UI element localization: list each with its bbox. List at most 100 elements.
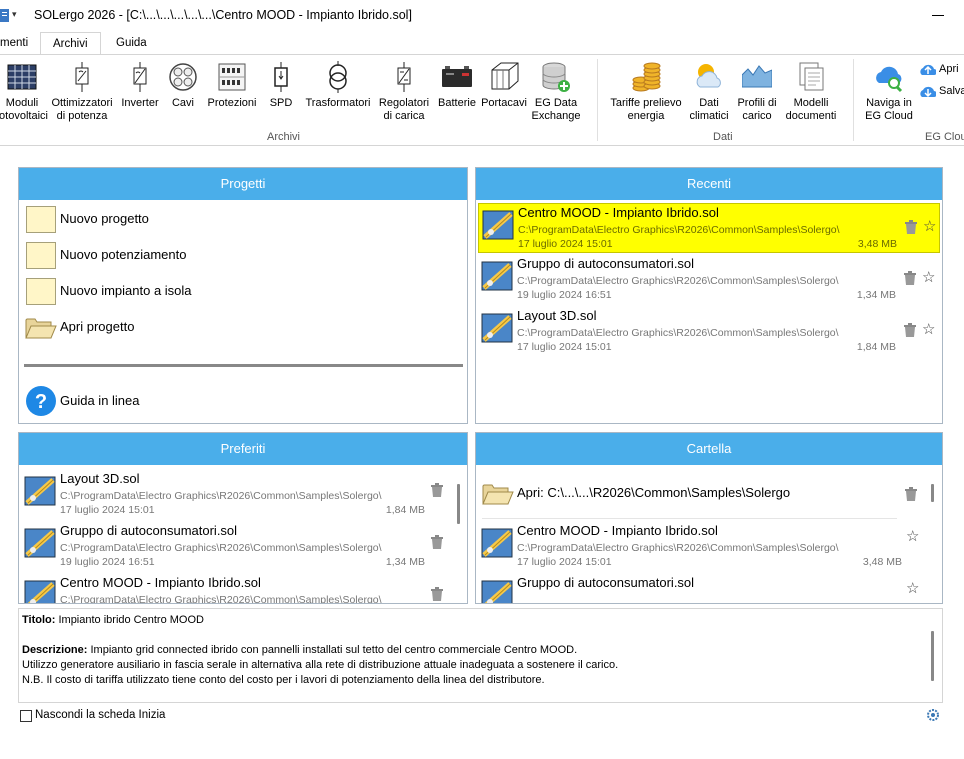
progetti-divider — [24, 364, 463, 367]
tariffe-label-1: Tariffe prelievo — [610, 97, 682, 109]
inverter-icon — [125, 61, 155, 93]
file-path: C:\ProgramData\Electro Graphics\R2026\Co… — [517, 542, 839, 554]
battery-icon — [442, 61, 472, 93]
description-line-1: Impianto grid connected ibrido con panne… — [90, 644, 578, 656]
help-icon: ? — [25, 385, 57, 422]
trash-icon[interactable] — [904, 323, 916, 337]
progetti-header: Progetti — [19, 168, 467, 200]
ribbon-separator — [597, 59, 598, 141]
nuovo-potenziamento-label: Nuovo potenziamento — [60, 247, 187, 262]
project-file-icon — [481, 259, 515, 293]
app-icon[interactable] — [0, 9, 9, 22]
regolatori-label-2: di carica — [383, 110, 425, 122]
nuovo-potenziamento-item[interactable]: Nuovo potenziamento — [24, 241, 324, 271]
description-scrollbar[interactable] — [931, 631, 934, 681]
cartella-header: Cartella — [476, 433, 942, 465]
recenti-list: Centro MOOD - Impianto Ibrido.sol C:\Pro… — [476, 200, 942, 423]
modelli-label-1: Modelli — [793, 97, 829, 109]
star-icon[interactable]: ☆ — [923, 219, 936, 234]
project-file-icon — [482, 208, 516, 242]
file-date: 17 luglio 2024 15:01 — [518, 238, 613, 250]
tab-guida[interactable]: Guida — [116, 32, 147, 55]
trash-icon[interactable] — [905, 220, 917, 234]
star-icon[interactable]: ☆ — [906, 529, 919, 544]
project-file-icon — [24, 474, 58, 508]
batterie-label: Batterie — [438, 97, 476, 109]
recent-file-item[interactable]: Layout 3D.sol C:\ProgramData\Electro Gra… — [478, 307, 940, 357]
favorite-file-item[interactable]: Layout 3D.sol C:\ProgramData\Electro Gra… — [21, 470, 446, 520]
file-date: 17 luglio 2024 15:01 — [517, 341, 612, 353]
checkbox-box[interactable] — [20, 710, 32, 722]
preferiti-panel: Preferiti Layout 3D.sol C:\ProgramData\E… — [18, 432, 468, 604]
cloud-save-button[interactable]: Salva — [920, 84, 964, 100]
folder-file-item[interactable]: Centro MOOD - Impianto Ibrido.sol C:\Pro… — [478, 522, 919, 572]
file-name: Gruppo di autoconsumatori.sol — [60, 523, 238, 538]
svg-text:?: ? — [35, 391, 47, 413]
open-folder-item[interactable]: Apri: C:\...\...\R2026\Common\Samples\So… — [481, 479, 921, 509]
favorite-file-item[interactable]: Gruppo di autoconsumatori.sol C:\Program… — [21, 522, 446, 572]
modelli-label-2: documenti — [785, 110, 837, 122]
nuovo-progetto-label: Nuovo progetto — [60, 211, 149, 226]
profili-label-1: Profili di — [737, 97, 777, 109]
file-date: 17 luglio 2024 15:01 — [517, 556, 612, 568]
optimizer-icon — [67, 61, 97, 93]
recent-file-item[interactable]: Centro MOOD - Impianto Ibrido.sol C:\Pro… — [478, 203, 940, 253]
trash-icon[interactable] — [431, 483, 443, 497]
file-path: C:\ProgramData\Electro Graphics\R2026\Co… — [60, 542, 382, 554]
apri-progetto-item[interactable]: Apri progetto — [24, 313, 324, 343]
cloud-open-button[interactable]: Apri — [920, 62, 964, 78]
nuovo-progetto-item[interactable]: Nuovo progetto — [24, 205, 324, 235]
trasformatori-label: Trasformatori — [305, 97, 371, 109]
file-size: 1,84 MB — [856, 341, 896, 353]
hide-start-tab-checkbox[interactable]: Nascondi la scheda Inizia — [18, 708, 218, 726]
moduli-label-2: fotovoltaici — [0, 110, 48, 122]
weather-icon — [694, 61, 724, 93]
group-label-archivi: Archivi — [267, 131, 301, 143]
nuovo-impianto-isola-item[interactable]: Nuovo impianto a isola — [24, 277, 324, 307]
charge-regulator-icon — [389, 61, 419, 93]
spd-label: SPD — [269, 97, 293, 109]
quick-access-dropdown[interactable]: ▾ — [12, 9, 17, 20]
cloud-open-label: Apri — [939, 63, 959, 75]
minimize-button[interactable] — [932, 15, 944, 16]
inverter-label: Inverter — [121, 97, 159, 109]
settings-icon[interactable] — [925, 707, 941, 723]
folder-file-item[interactable]: Gruppo di autoconsumatori.sol ☆ — [478, 574, 919, 603]
trash-icon[interactable] — [904, 271, 916, 285]
tab-archivi[interactable]: Archivi — [40, 32, 101, 55]
hide-start-tab-label: Nascondi la scheda Inizia — [35, 709, 166, 721]
star-icon[interactable]: ☆ — [922, 270, 935, 285]
trash-icon[interactable] — [431, 587, 443, 601]
guida-in-linea-item[interactable]: ? Guida in linea — [24, 385, 324, 416]
favorite-file-item[interactable]: Centro MOOD - Impianto Ibrido.sol C:\Pro… — [21, 574, 446, 603]
file-date: 19 luglio 2024 16:51 — [60, 556, 155, 568]
file-path: C:\ProgramData\Electro Graphics\R2026\Co… — [517, 275, 839, 287]
apri-progetto-label: Apri progetto — [60, 319, 135, 334]
progetti-list: Nuovo progetto Nuovo potenziamento Nuovo… — [19, 200, 467, 423]
cartella-scrollbar[interactable] — [931, 484, 934, 502]
star-icon[interactable]: ☆ — [922, 322, 935, 337]
cloud-open-icon — [920, 63, 937, 80]
spd-icon — [266, 61, 296, 93]
ribbon: Moduli fotovoltaici Ottimizzatori di pot… — [0, 55, 964, 146]
project-file-icon — [24, 578, 58, 603]
title-field-value: Impianto ibrido Centro MOOD — [58, 614, 204, 626]
file-path: C:\ProgramData\Electro Graphics\R2026\Co… — [60, 490, 382, 502]
trash-icon[interactable] — [431, 535, 443, 549]
preferiti-scrollbar[interactable] — [457, 484, 460, 524]
file-path: C:\ProgramData\Electro Graphics\R2026\Co… — [517, 327, 839, 339]
cloud-save-label: Salva — [939, 85, 964, 97]
tab-strumenti[interactable]: menti — [0, 32, 28, 55]
regolatori-label-1: Regolatori — [378, 97, 430, 109]
recenti-header: Recenti — [476, 168, 942, 200]
file-size: 1,84 MB — [385, 504, 425, 516]
recent-file-item[interactable]: Gruppo di autoconsumatori.sol C:\Program… — [478, 255, 940, 305]
title-field-label: Titolo: — [22, 614, 56, 626]
database-add-icon — [541, 61, 571, 93]
trash-icon[interactable] — [905, 487, 917, 501]
file-name: Layout 3D.sol — [517, 308, 597, 323]
star-icon[interactable]: ☆ — [906, 581, 919, 596]
dati-climatici-label-1: Dati — [699, 97, 719, 109]
preferiti-header: Preferiti — [19, 433, 467, 465]
cable-tray-icon — [489, 61, 519, 93]
